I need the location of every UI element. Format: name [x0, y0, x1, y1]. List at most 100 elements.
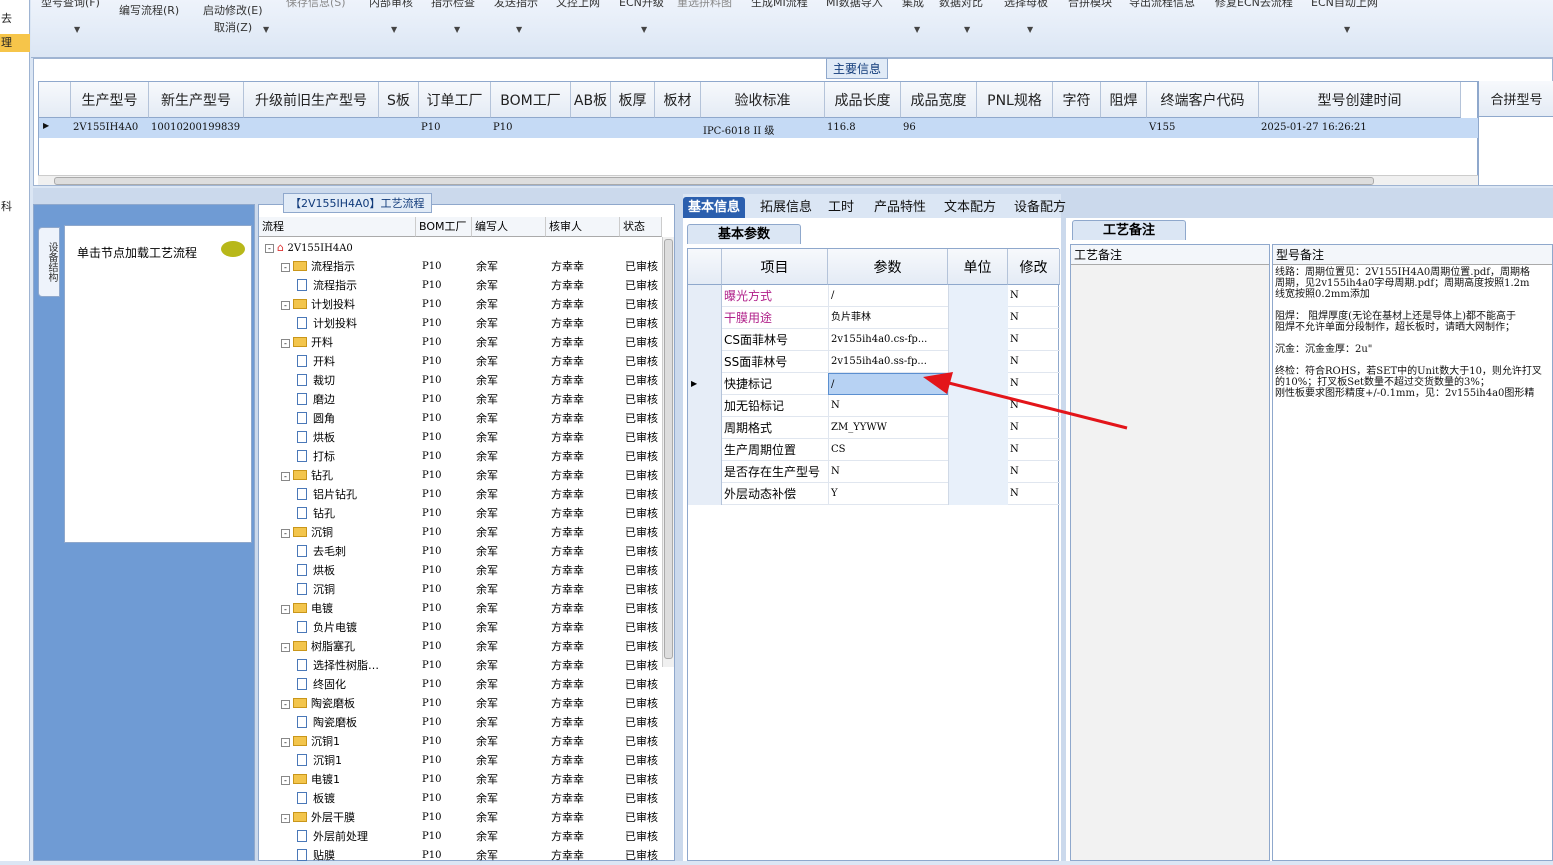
ribbon-button[interactable]: 启动修改(E) [203, 2, 263, 18]
tree-node[interactable]: 外层前处理 P10 余军 方幸幸 已审核 [259, 827, 659, 846]
ribbon-button[interactable]: 内部审核 [369, 0, 413, 10]
tree-vertical-scrollbar[interactable] [662, 237, 674, 667]
tree-node[interactable]: 磨边 P10 余军 方幸幸 已审核 [259, 390, 659, 409]
param-modify[interactable]: N [1010, 307, 1060, 329]
collapse-icon[interactable]: - [281, 472, 290, 481]
param-unit[interactable] [948, 461, 1008, 483]
ribbon-button[interactable]: 编写流程(R) [119, 2, 179, 18]
tree-root[interactable]: - ⌂ 2V155IH4A0 [259, 238, 659, 257]
param-modify[interactable]: N [1010, 439, 1060, 461]
collapse-icon[interactable]: - [281, 643, 290, 652]
collapse-icon[interactable]: - [281, 263, 290, 272]
tab-detail[interactable]: 产品特性 [869, 197, 931, 218]
tree-node[interactable]: 选择性树脂… P10 余军 方幸幸 已审核 [259, 656, 659, 675]
collapse-icon[interactable]: - [281, 339, 290, 348]
left-nav-item[interactable]: 科 [0, 198, 30, 216]
tab-detail[interactable]: 拓展信息 [755, 197, 817, 218]
column-header[interactable]: S板 [379, 82, 419, 118]
column-header[interactable]: 升级前旧生产型号 [244, 82, 379, 118]
tree-column-header[interactable]: 流程 [259, 217, 416, 237]
column-header[interactable]: 板厚 [611, 82, 655, 118]
dropdown-caret-icon[interactable]: ▼ [914, 25, 920, 34]
ribbon-button[interactable]: 发送指示 [494, 0, 538, 10]
main-grid-horizontal-scrollbar[interactable] [38, 175, 1478, 185]
collapse-icon[interactable]: - [281, 776, 290, 785]
param-row[interactable]: 生产周期位置 CS N [688, 439, 1060, 461]
tree-column-header[interactable]: 编写人 [472, 217, 546, 237]
tree-node[interactable]: - 外层干膜 P10 余军 方幸幸 已审核 [259, 808, 659, 827]
column-header[interactable]: 阻焊 [1101, 82, 1147, 118]
param-row[interactable]: 外层动态补偿 Y N [688, 483, 1060, 505]
dropdown-caret-icon[interactable]: ▼ [391, 25, 397, 34]
ribbon-button[interactable]: 选择母板 [1004, 0, 1048, 10]
column-header[interactable]: AB板 [571, 82, 611, 118]
tree-node[interactable]: - 电镀1 P10 余军 方幸幸 已审核 [259, 770, 659, 789]
param-value[interactable]: N [828, 461, 948, 483]
dropdown-caret-icon[interactable]: ▼ [263, 25, 269, 34]
ribbon-button[interactable]: 导出流程信息 [1129, 0, 1195, 10]
param-row[interactable]: 是否存在生产型号 N N [688, 461, 1060, 483]
param-value[interactable]: 负片菲林 [828, 307, 948, 329]
column-header[interactable]: 订单工厂 [419, 82, 491, 118]
ribbon-button[interactable]: 生成MI流程 [751, 0, 808, 10]
tree-column-header[interactable]: 状态 [620, 217, 662, 237]
tree-node[interactable]: 去毛刺 P10 余军 方幸幸 已审核 [259, 542, 659, 561]
dropdown-caret-icon[interactable]: ▼ [641, 25, 647, 34]
tree-node[interactable]: - 陶瓷磨板 P10 余军 方幸幸 已审核 [259, 694, 659, 713]
column-header[interactable]: 成品长度 [825, 82, 901, 118]
ribbon-button[interactable]: 数据对比 [939, 0, 983, 10]
ribbon-button[interactable]: ECN自动上网 [1311, 0, 1378, 10]
ribbon-button[interactable]: MI数据导入 [826, 0, 883, 10]
tree-node[interactable]: 终固化 P10 余军 方幸幸 已审核 [259, 675, 659, 694]
param-value[interactable]: 2v155ih4a0.cs-fp... [828, 329, 948, 351]
ribbon-button[interactable]: 修复ECN去流程 [1215, 0, 1293, 10]
param-modify[interactable]: N [1010, 461, 1060, 483]
collapse-icon[interactable]: - [281, 814, 290, 823]
ribbon-button[interactable]: 重选拼料图 [677, 0, 732, 10]
collapse-icon[interactable]: - [281, 605, 290, 614]
tree-node[interactable]: 贴膜 P10 余军 方幸幸 已审核 [259, 846, 659, 865]
tree-column-header[interactable]: 核审人 [546, 217, 620, 237]
ribbon-button[interactable]: 集成 [902, 0, 924, 10]
param-unit[interactable] [948, 483, 1008, 505]
param-row[interactable]: CS面菲林号 2v155ih4a0.cs-fp... N [688, 329, 1060, 351]
param-value[interactable]: / [828, 285, 948, 307]
tree-node[interactable]: 打标 P10 余军 方幸幸 已审核 [259, 447, 659, 466]
tree-node[interactable]: - 沉铜1 P10 余军 方幸幸 已审核 [259, 732, 659, 751]
column-header[interactable]: 字符 [1053, 82, 1101, 118]
collapse-icon[interactable]: - [281, 301, 290, 310]
dropdown-caret-icon[interactable]: ▼ [1344, 25, 1350, 34]
tab-basic-params[interactable]: 基本参数 [687, 224, 802, 244]
param-unit[interactable] [948, 329, 1008, 351]
tree-node[interactable]: 烘板 P10 余军 方幸幸 已审核 [259, 428, 659, 447]
tree-node[interactable]: 板镀 P10 余军 方幸幸 已审核 [259, 789, 659, 808]
column-header[interactable]: 生产型号 [71, 82, 149, 118]
left-nav-item[interactable]: 理 [0, 34, 30, 52]
tree-node[interactable]: 负片电镀 P10 余军 方幸幸 已审核 [259, 618, 659, 637]
column-header[interactable]: 验收标准 [701, 82, 825, 118]
tree-node[interactable]: - 开料 P10 余军 方幸幸 已审核 [259, 333, 659, 352]
dropdown-caret-icon[interactable]: ▼ [1027, 25, 1033, 34]
column-header[interactable]: 成品宽度 [901, 82, 977, 118]
scroll-thumb[interactable] [54, 177, 1374, 185]
tree-node[interactable]: 铝片钻孔 P10 余军 方幸幸 已审核 [259, 485, 659, 504]
tree-node[interactable]: 烘板 P10 余军 方幸幸 已审核 [259, 561, 659, 580]
tree-node[interactable]: 圆角 P10 余军 方幸幸 已审核 [259, 409, 659, 428]
ribbon-button[interactable]: 指示检查 [431, 0, 475, 10]
param-value[interactable]: Y [828, 483, 948, 505]
tree-node[interactable]: 流程指示 P10 余军 方幸幸 已审核 [259, 276, 659, 295]
collapse-icon[interactable]: - [281, 700, 290, 709]
ribbon-button[interactable]: 型号查询(F) [41, 0, 100, 10]
ribbon-button[interactable]: 保存信息(S) [286, 0, 346, 10]
tree-node[interactable]: - 计划投料 P10 余军 方幸幸 已审核 [259, 295, 659, 314]
ribbon-button[interactable]: ECN升级 [619, 0, 664, 10]
param-row[interactable]: 曝光方式 / N [688, 285, 1060, 307]
param-unit[interactable] [948, 307, 1008, 329]
dropdown-caret-icon[interactable]: ▼ [454, 25, 460, 34]
collapse-icon[interactable]: - [281, 529, 290, 538]
tab-process-remarks[interactable]: 工艺备注 [1072, 220, 1187, 240]
dropdown-caret-icon[interactable]: ▼ [964, 25, 970, 34]
param-modify[interactable]: N [1010, 285, 1060, 307]
column-header[interactable]: PNL规格 [977, 82, 1053, 118]
column-header[interactable]: 板材 [655, 82, 701, 118]
